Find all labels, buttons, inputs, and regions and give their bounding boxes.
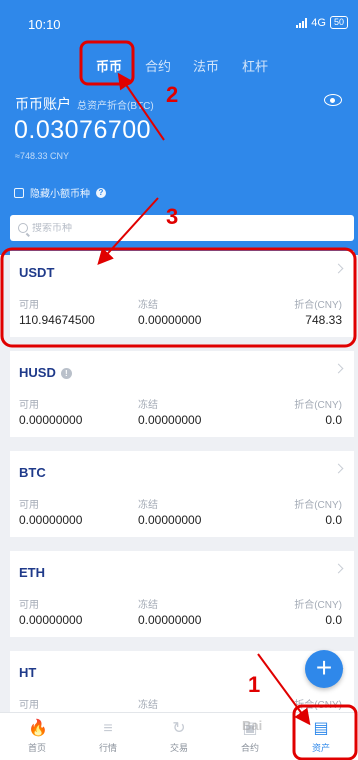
- status-bar: 10:10 4G 50: [0, 0, 358, 40]
- nav-label: 合约: [240, 743, 259, 753]
- frozen-value: 0.00000000: [138, 413, 202, 427]
- available-label: 可用: [19, 400, 39, 411]
- status-indicators: 4G 50: [296, 16, 348, 29]
- available-value: 0.00000000: [19, 513, 83, 527]
- hide-small-label: 隐藏小额币种: [30, 189, 90, 200]
- account-subtitle: 总资产折合(BTC): [77, 101, 154, 112]
- assets-icon: ▤: [313, 720, 329, 737]
- nav-item-trade[interactable]: ↻ 交易: [143, 713, 215, 760]
- asset-card-eth[interactable]: ETH 可用 冻结 折合(CNY) 0.00000000 0.00000000 …: [10, 551, 354, 637]
- tab-spot[interactable]: 币币: [96, 56, 122, 75]
- coin-name: BTC: [19, 465, 46, 480]
- cny-label: 折合(CNY): [294, 600, 342, 611]
- signal-icon: [296, 17, 308, 28]
- chevron-right-icon: [333, 463, 344, 474]
- available-value: 110.94674500: [19, 313, 95, 327]
- frozen-label: 冻结: [138, 500, 158, 511]
- asset-card-usdt[interactable]: USDT 可用 冻结 折合(CNY) 110.94674500 0.000000…: [10, 251, 354, 337]
- available-label: 可用: [19, 700, 39, 711]
- status-time: 10:10: [28, 17, 61, 32]
- add-asset-button[interactable]: +: [305, 650, 343, 688]
- frozen-value: 0.00000000: [138, 313, 202, 327]
- frozen-value: 0.00000000: [138, 613, 202, 627]
- asset-card-husd[interactable]: HUSD! 可用 冻结 折合(CNY) 0.00000000 0.0000000…: [10, 351, 354, 437]
- cny-value: 748.33: [305, 313, 342, 327]
- bottom-nav: 🔥 首页 ≡ 行情 ↻ 交易 ▣ 合约 ▤ 资产: [0, 712, 358, 760]
- cny-value: 0.0: [325, 513, 342, 527]
- home-icon: 🔥: [28, 720, 48, 737]
- checkbox-icon[interactable]: [14, 187, 24, 198]
- network-type: 4G: [311, 16, 326, 29]
- available-value: 0.00000000: [19, 613, 83, 627]
- nav-label: 行情: [98, 743, 117, 753]
- nav-label: 首页: [27, 743, 46, 753]
- cny-label: 折合(CNY): [294, 300, 342, 311]
- cny-label: 折合(CNY): [294, 700, 342, 711]
- balance-btc: 0.03076700: [14, 116, 152, 144]
- help-icon[interactable]: ?: [96, 187, 106, 198]
- eye-icon[interactable]: [324, 94, 342, 106]
- available-label: 可用: [19, 300, 39, 311]
- available-label: 可用: [19, 500, 39, 511]
- chevron-right-icon: [333, 263, 344, 274]
- tab-contract[interactable]: 合约: [145, 56, 171, 75]
- frozen-label: 冻结: [138, 300, 158, 311]
- search-bar: [10, 215, 354, 241]
- coin-name: HUSD!: [19, 365, 72, 380]
- available-label: 可用: [19, 600, 39, 611]
- tab-margin[interactable]: 杠杆: [242, 56, 268, 75]
- annotation-number-3: 3: [166, 204, 179, 229]
- nav-item-assets[interactable]: ▤ 资产: [285, 713, 357, 760]
- battery-icon: 50: [329, 16, 348, 29]
- cny-value: 0.0: [325, 413, 342, 427]
- frozen-label: 冻结: [138, 400, 158, 411]
- search-icon: [18, 223, 28, 233]
- search-input[interactable]: [32, 222, 332, 234]
- nav-item-home[interactable]: 🔥 首页: [1, 713, 73, 760]
- coin-name: ETH: [19, 565, 45, 580]
- chevron-right-icon: [333, 363, 344, 374]
- asset-card-ht[interactable]: HT 可用 冻结 折合(CNY): [10, 651, 354, 712]
- available-value: 0.00000000: [19, 413, 83, 427]
- coin-name: HT: [19, 665, 37, 680]
- cny-label: 折合(CNY): [294, 400, 342, 411]
- tab-fiat[interactable]: 法币: [193, 56, 219, 75]
- coin-name: USDT: [19, 265, 55, 280]
- cny-value: 0.0: [325, 613, 342, 627]
- balance-cny: ≈748.33 CNY: [15, 151, 69, 161]
- hide-small-balances[interactable]: 隐藏小额币种 ?: [14, 185, 106, 200]
- cny-label: 折合(CNY): [294, 500, 342, 511]
- frozen-value: 0.00000000: [138, 513, 202, 527]
- nav-label: 资产: [311, 743, 330, 753]
- annotation-number-1: 1: [248, 672, 261, 697]
- chevron-right-icon: [333, 563, 344, 574]
- market-icon: ≡: [103, 720, 113, 737]
- account-title-row: 币币账户 总资产折合(BTC): [15, 94, 154, 114]
- annotation-number-2: 2: [166, 82, 179, 107]
- frozen-label: 冻结: [138, 700, 158, 711]
- coin-name-text: HUSD: [19, 365, 56, 380]
- nav-item-market[interactable]: ≡ 行情: [72, 713, 144, 760]
- watermark: Bai: [242, 718, 263, 733]
- account-title: 币币账户: [15, 96, 71, 112]
- info-icon[interactable]: !: [60, 368, 72, 379]
- trade-icon: ↻: [172, 720, 186, 737]
- frozen-label: 冻结: [138, 600, 158, 611]
- account-tabs: 币币 合约 法币 杠杆: [0, 52, 358, 76]
- nav-label: 交易: [169, 743, 188, 753]
- asset-card-btc[interactable]: BTC 可用 冻结 折合(CNY) 0.00000000 0.00000000 …: [10, 451, 354, 537]
